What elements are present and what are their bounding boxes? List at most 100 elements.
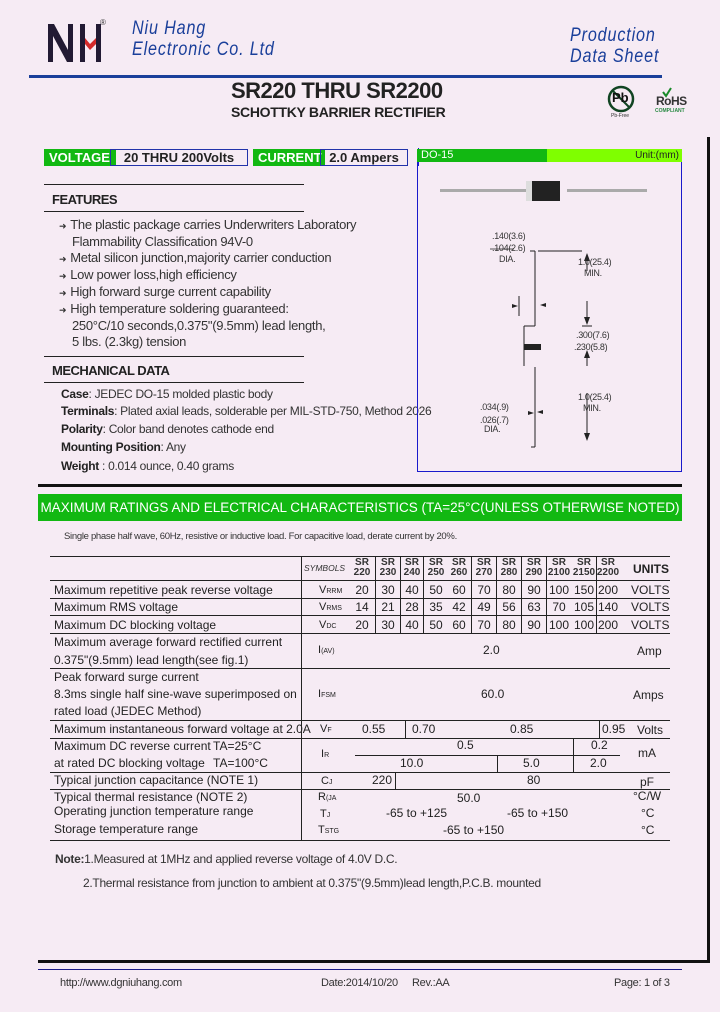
unit-cj: pF bbox=[640, 775, 655, 789]
sym-tstg: TSTG bbox=[318, 824, 340, 836]
unit-rthja: °C/W bbox=[633, 789, 662, 803]
part-suffix: 260 bbox=[450, 567, 468, 578]
vrms-value: 49 bbox=[477, 600, 491, 614]
vrrm-value: 80 bbox=[502, 583, 516, 597]
pb-free-icon: Pb Pb-Free bbox=[605, 85, 637, 121]
param-cj: Typical junction capacitance (NOTE 1) bbox=[54, 773, 259, 787]
param-iav-line2: 0.375"(9.5mm) lead length(see fig.1) bbox=[54, 653, 249, 667]
footer-url[interactable]: http://www.dgniuhang.com bbox=[60, 977, 182, 989]
note-1: Note:1.Measured at 1MHz and applied reve… bbox=[55, 852, 398, 866]
features-heading: FEATURES bbox=[52, 192, 118, 207]
sym-ir: IR bbox=[321, 748, 330, 760]
sym-iav: I(AV) bbox=[318, 644, 335, 656]
footer-divider bbox=[38, 969, 682, 970]
part-number-header: SR 260 bbox=[445, 558, 473, 578]
sym-vrrm: VRRM bbox=[319, 584, 343, 596]
arrow-bullet-icon: ➜ bbox=[59, 305, 67, 315]
part-number-header: SR 270 bbox=[470, 558, 498, 578]
band-highlight bbox=[526, 181, 532, 201]
company-name-line1: Niu Hang bbox=[132, 18, 207, 39]
vrms-value: 14 bbox=[355, 600, 369, 614]
vrrm-value: 70 bbox=[477, 583, 491, 597]
part-number-header: SR 2200 bbox=[594, 558, 622, 578]
vrms-value: 70 bbox=[552, 600, 566, 614]
param-vf: Maximum instantaneous forward voltage at… bbox=[54, 722, 311, 736]
body-length-max: .300(7.6) bbox=[576, 330, 610, 340]
lead-length-bottom: 1.0(25.4) bbox=[578, 392, 612, 402]
lead-left bbox=[440, 189, 526, 192]
value-iav: 2.0 bbox=[483, 643, 500, 657]
vrrm-value: 60 bbox=[452, 583, 466, 597]
arrow-bullet-icon: ➜ bbox=[59, 271, 67, 281]
mechanical-rule-top bbox=[44, 356, 304, 357]
feature-item-continued: Flammability Classification 94V-0 bbox=[72, 234, 253, 249]
sym-tj: TJ bbox=[320, 808, 331, 820]
feature-item: ➜ The plastic package carries Underwriter… bbox=[59, 217, 357, 232]
unit-tstg: °C bbox=[641, 823, 655, 837]
vdc-value: 60 bbox=[452, 618, 466, 632]
vdc-value: 90 bbox=[527, 618, 541, 632]
note-2: 2.Thermal resistance from junction to am… bbox=[83, 876, 541, 890]
arrow-bullet-icon: ➜ bbox=[59, 288, 67, 298]
ratings-band-title: MAXIMUM RATINGS AND ELECTRICAL CHARACTER… bbox=[38, 494, 682, 521]
rohs-label: RoHS bbox=[656, 94, 687, 108]
lead-dia-label: DIA. bbox=[484, 424, 501, 434]
features-rule-bottom bbox=[44, 211, 304, 212]
part-number-header: SR 290 bbox=[520, 558, 548, 578]
lead-right bbox=[567, 189, 647, 192]
vrms-value: 140 bbox=[597, 600, 619, 614]
lead-length-top: 1.0(25.4) bbox=[578, 257, 612, 267]
param-ifsm-line2: 8.3ms single half sine-wave superimposed… bbox=[54, 687, 297, 701]
current-value: 2.0 Ampers bbox=[320, 149, 408, 166]
param-tstg: Storage temperature range bbox=[54, 822, 199, 836]
vdc-value: 200 bbox=[597, 618, 619, 632]
sym-ifsm: IFSM bbox=[318, 688, 336, 700]
part-suffix: 290 bbox=[525, 567, 543, 578]
symbols-header: SYMBOLS bbox=[304, 563, 346, 573]
package-diagram: .140(3.6) .104(2.6) DIA. 1.0(25.4) MIN. … bbox=[417, 162, 682, 472]
param-tj: Operating junction temperature range bbox=[54, 804, 254, 818]
unit-vrms: VOLTS bbox=[631, 600, 670, 614]
arrow-bullet-icon: ➜ bbox=[59, 254, 67, 264]
vf-value-1: 0.55 bbox=[362, 722, 386, 736]
vrms-value: 63 bbox=[527, 600, 541, 614]
body-dia-max: .140(3.6) bbox=[492, 231, 526, 241]
vdc-value: 80 bbox=[502, 618, 516, 632]
current-label: CURRENT bbox=[253, 149, 325, 166]
cj-value-2: 80 bbox=[527, 773, 541, 787]
part-suffix: 2100 bbox=[547, 567, 571, 578]
document-type: Production Data Sheet bbox=[570, 25, 659, 67]
section-divider bbox=[38, 484, 682, 487]
part-number-header: SR 280 bbox=[495, 558, 523, 578]
document-type-line1: Production bbox=[570, 25, 656, 46]
lead-dia-max: .034(.9) bbox=[480, 402, 509, 412]
lead-length-top-label: MIN. bbox=[584, 268, 602, 278]
param-vrms: Maximum RMS voltage bbox=[54, 600, 179, 614]
param-vrrm: Maximum repetitive peak reverse voltage bbox=[54, 583, 273, 597]
page-subtitle: SCHOTTKY BARRIER RECTIFIER bbox=[231, 104, 446, 120]
mechanical-rule-bottom bbox=[44, 382, 304, 383]
footer-date: Date:2014/10/20 bbox=[321, 977, 398, 989]
vrrm-value: 90 bbox=[527, 583, 541, 597]
unit-ifsm: Amps bbox=[633, 688, 664, 702]
value-ifsm: 60.0 bbox=[481, 687, 505, 701]
page-title: SR220 THRU SR2200 bbox=[231, 78, 443, 103]
rohs-caption: COMPLIANT bbox=[655, 108, 685, 114]
value-tstg: -65 to +150 bbox=[443, 823, 505, 837]
vdc-value: 20 bbox=[355, 618, 369, 632]
value-rthja: 50.0 bbox=[457, 791, 481, 805]
mechanical-item: Mounting Position: Any bbox=[61, 440, 186, 454]
voltage-label: VOLTAGE bbox=[44, 149, 116, 166]
mechanical-item: Weight : 0.014 ounce, 0.40 grams bbox=[61, 459, 234, 473]
unit-tj: °C bbox=[641, 806, 655, 820]
feature-item-continued: 5 lbs. (2.3kg) tension bbox=[72, 334, 187, 349]
part-number-header: SR 220 bbox=[348, 558, 376, 578]
pb-free-caption: Pb-Free bbox=[611, 113, 630, 119]
part-suffix: 270 bbox=[475, 567, 493, 578]
ir-100c-value-b: 5.0 bbox=[523, 756, 540, 770]
tj-value-2: -65 to +150 bbox=[507, 806, 569, 820]
tj-value-1: -65 to +125 bbox=[386, 806, 448, 820]
lead-length-bottom-label: MIN. bbox=[583, 403, 601, 413]
mechanical-item: Polarity: Color band denotes cathode end bbox=[61, 422, 274, 436]
rohs-icon: RoHS COMPLIANT bbox=[655, 87, 693, 115]
